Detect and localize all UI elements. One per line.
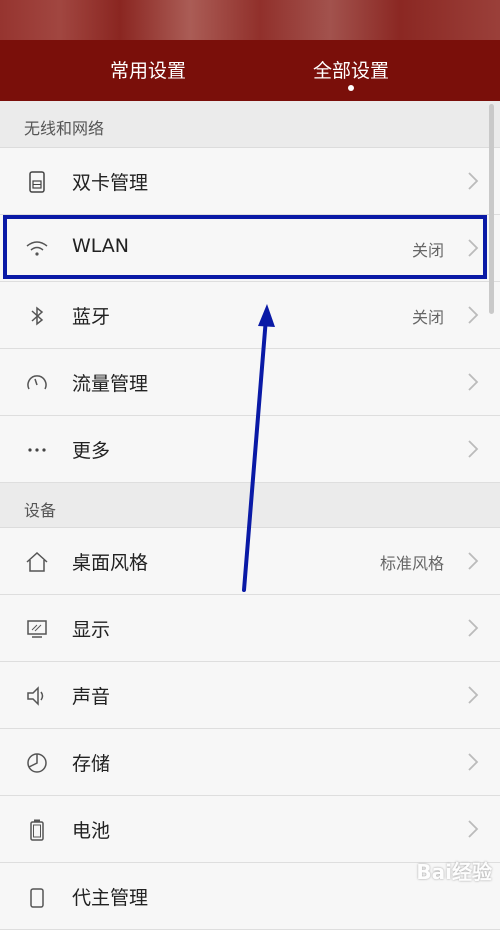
- chevron-right-icon: [468, 619, 479, 637]
- row-label: 电池: [72, 820, 111, 842]
- active-tab-indicator: [348, 85, 354, 91]
- row-status-value: 标准风格: [379, 554, 444, 573]
- tab-all-settings[interactable]: 全部设置: [300, 56, 402, 84]
- gauge-icon: [24, 370, 50, 396]
- storage-pie-icon: [24, 750, 50, 776]
- chevron-right-icon: [468, 172, 479, 190]
- row-label: 存储: [72, 753, 111, 775]
- sim-card-icon: [24, 169, 50, 195]
- scrollbar[interactable]: [489, 104, 494, 314]
- chevron-right-icon: [468, 753, 479, 771]
- display-icon: [24, 616, 50, 642]
- row-label: 声音: [72, 686, 111, 708]
- row-label: 桌面风格: [72, 552, 149, 574]
- app-icon: [24, 884, 50, 910]
- chevron-right-icon: [468, 306, 479, 324]
- row-bluetooth[interactable]: 蓝牙 关闭: [0, 282, 500, 349]
- row-label: 代主管理: [72, 887, 149, 909]
- chevron-right-icon: [468, 440, 479, 458]
- more-dots-icon: [24, 437, 50, 463]
- section-header-device: 设备: [0, 483, 500, 528]
- speaker-icon: [24, 683, 50, 709]
- home-icon: [24, 549, 50, 575]
- row-data-usage[interactable]: 流量管理: [0, 349, 500, 416]
- row-label: 显示: [72, 619, 111, 641]
- baidu-watermark: Bai经验: [416, 860, 492, 884]
- row-label: 双卡管理: [72, 172, 149, 194]
- chevron-right-icon: [468, 820, 479, 838]
- chevron-right-icon: [468, 686, 479, 704]
- tab-common-settings[interactable]: 常用设置: [98, 56, 198, 84]
- row-storage[interactable]: 存储: [0, 729, 500, 796]
- top-header: 常用设置 全部设置: [0, 0, 500, 101]
- row-battery[interactable]: 电池: [0, 796, 500, 863]
- section-title-wireless: 无线和网络: [24, 119, 105, 138]
- bluetooth-icon: [24, 303, 50, 329]
- wlan-highlight-box: [3, 215, 487, 279]
- row-label: 更多: [72, 440, 111, 462]
- section-title-device: 设备: [24, 501, 57, 520]
- row-home-style[interactable]: 桌面风格 标准风格: [0, 528, 500, 595]
- blurred-status-bar: [0, 0, 500, 40]
- row-label: 蓝牙: [72, 306, 111, 328]
- row-more[interactable]: 更多: [0, 416, 500, 483]
- chevron-right-icon: [468, 373, 479, 391]
- row-dual-sim[interactable]: 双卡管理: [0, 148, 500, 215]
- row-status-value: 关闭: [411, 308, 444, 327]
- row-label: 流量管理: [72, 373, 149, 395]
- row-display[interactable]: 显示: [0, 595, 500, 662]
- row-sound[interactable]: 声音: [0, 662, 500, 729]
- chevron-right-icon: [468, 552, 479, 570]
- battery-icon: [24, 817, 50, 843]
- section-header-wireless: 无线和网络: [0, 101, 500, 148]
